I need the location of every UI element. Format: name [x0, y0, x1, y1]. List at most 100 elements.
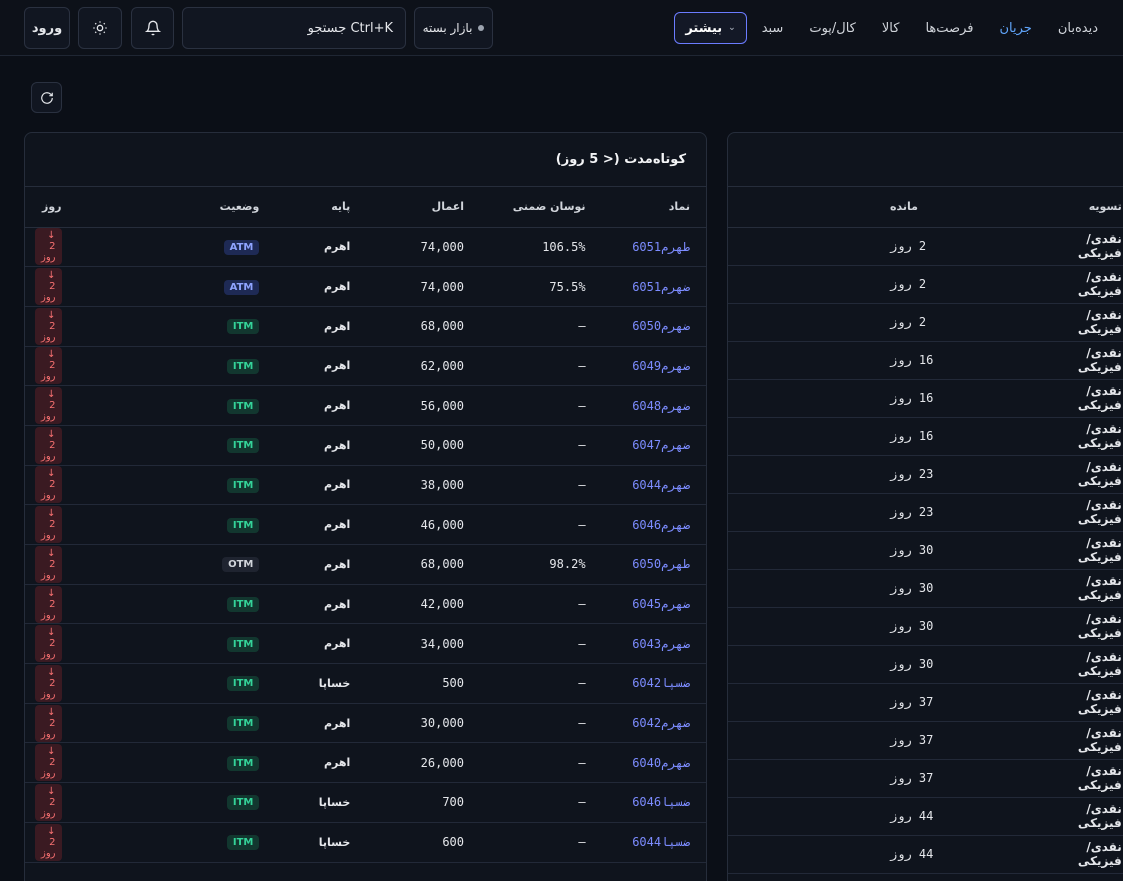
table-row[interactable]: نقدی/فیزیکی 30 روز: [728, 645, 1123, 684]
iv-cell: 98.2%: [474, 544, 596, 585]
status-badge: ITM: [226, 795, 260, 811]
symbol-link[interactable]: ضسپا6046: [632, 795, 690, 809]
symbol-link[interactable]: طهرم6050: [632, 557, 690, 571]
notifications-button[interactable]: [131, 7, 174, 49]
col-strike: اعمال: [360, 187, 474, 228]
table-row[interactable]: ضهرم6047 —50,000 اهرم ITM ↓ 2 روز: [25, 425, 706, 466]
refresh-button[interactable]: [31, 82, 62, 113]
status-badge: ITM: [226, 676, 260, 692]
base-cell: اهرم: [269, 465, 361, 506]
table-row[interactable]: نقدی/فیزیکی 37 روز: [728, 759, 1123, 798]
right-panel: تسویه مانده نقدی/فیزیکی 2 روز نقدی/فیزیکی 2…: [727, 132, 1123, 881]
table-row[interactable]: نقدی/فیزیکی 30 روز: [728, 607, 1123, 646]
symbol-link[interactable]: ضهرم6046: [632, 518, 690, 532]
days-badge: ↓ 2 روز: [35, 704, 62, 742]
strike-cell: 74,000: [360, 227, 474, 268]
table-row[interactable]: نقدی/فیزیکی 30 روز: [728, 531, 1123, 570]
table-row[interactable]: نقدی/فیزیکی 23 روز: [728, 493, 1123, 532]
bell-icon: [144, 20, 161, 36]
symbol-link[interactable]: ضسپا6044: [632, 835, 690, 849]
settlement-cell: نقدی/فیزیکی: [1067, 759, 1123, 798]
nav-opportunities[interactable]: فرصت‌ها: [912, 21, 986, 36]
iv-cell: —: [474, 584, 596, 625]
table-row[interactable]: ضهرم6048 —56,000 اهرم ITM ↓ 2 روز: [25, 385, 706, 426]
symbol-link[interactable]: ضهرم6049: [632, 359, 690, 373]
table-row[interactable]: ضسپا6046 —700 خساپا ITM ↓ 2 روز: [25, 782, 706, 823]
iv-cell: —: [474, 504, 596, 545]
nav-basket[interactable]: سبد: [749, 21, 797, 36]
symbol-link[interactable]: ضهرم6040: [632, 756, 690, 770]
symbol-link[interactable]: ضهرم6048: [632, 399, 690, 413]
table-row[interactable]: نقدی/فیزیکی 44 روز: [728, 835, 1123, 874]
base-cell: اهرم: [269, 385, 361, 426]
table-row[interactable]: نقدی/فیزیکی 44 روز: [728, 797, 1123, 836]
theme-toggle-button[interactable]: [78, 7, 122, 49]
symbol-link[interactable]: ضهرم6047: [632, 438, 690, 452]
login-button[interactable]: ورود: [24, 7, 70, 49]
strike-cell: 46,000: [360, 504, 474, 545]
base-cell: اهرم: [269, 266, 361, 307]
symbol-link[interactable]: طهرم6051: [632, 240, 690, 254]
iv-cell: —: [474, 822, 596, 863]
table-row[interactable]: نقدی/فیزیکی 2 روز: [728, 265, 1123, 304]
base-cell: اهرم: [269, 346, 361, 387]
settlement-cell: نقدی/فیزیکی: [1067, 227, 1123, 266]
settlement-cell: نقدی/فیزیکی: [1067, 379, 1123, 418]
days-badge: ↓ 2 روز: [35, 823, 62, 861]
table-row[interactable]: ضهرم6046 —46,000 اهرم ITM ↓ 2 روز: [25, 504, 706, 545]
col-status: وضعیت: [159, 187, 270, 228]
table-row[interactable]: ضهرم6044 —38,000 اهرم ITM ↓ 2 روز: [25, 465, 706, 506]
settlement-cell: نقدی/فیزیکی: [1067, 455, 1123, 494]
table-row[interactable]: ضسپا6044 —600 خساپا ITM ↓ 2 روز: [25, 822, 706, 863]
sun-icon: [93, 21, 107, 35]
nav-commodity[interactable]: کالا: [869, 21, 913, 36]
table-row[interactable]: ضهرم6050 —68,000 اهرم ITM ↓ 2 روز: [25, 306, 706, 347]
table-row[interactable]: طهرم6050 98.2% 68,000 اهرم OTM ↓ 2 روز: [25, 544, 706, 585]
symbol-link[interactable]: ضسپا6042: [632, 676, 690, 690]
table-row[interactable]: طهرم6051 106.5% 74,000 اهرم ATM ↓ 2 روز: [25, 227, 706, 268]
table-row[interactable]: ضهرم6040 —26,000 اهرم ITM ↓ 2 روز: [25, 742, 706, 784]
symbol-link[interactable]: ضهرم6051: [632, 280, 690, 294]
symbol-link[interactable]: ضهرم6045: [632, 597, 690, 611]
base-cell: اهرم: [269, 306, 361, 347]
table-row[interactable]: نقدی/فیزیکی 16 روز: [728, 379, 1123, 418]
table-row[interactable]: نقدی/فیزیکی 16 روز: [728, 341, 1123, 380]
table-row[interactable]: ضهرم6043 —34,000 اهرم ITM ↓ 2 روز: [25, 623, 706, 665]
market-status-button[interactable]: بازار بسته: [414, 7, 493, 49]
symbol-link[interactable]: ضهرم6043: [632, 637, 690, 651]
strike-cell: 38,000: [360, 465, 474, 506]
strike-cell: 56,000: [360, 385, 474, 426]
search-input[interactable]: جستجو Ctrl+K: [182, 7, 406, 49]
table-row[interactable]: نقدی/فیزیکی 16 روز: [728, 417, 1123, 456]
symbol-link[interactable]: ضهرم6050: [632, 319, 690, 333]
table-row[interactable]: نقدی/فیزیکی 2 روز: [728, 303, 1123, 342]
table-row[interactable]: نقدی/فیزیکی 37 روز: [728, 683, 1123, 722]
days-badge: ↓ 2 روز: [35, 585, 62, 623]
nav-call-put[interactable]: کال/پوت: [796, 21, 869, 36]
strike-cell: 74,000: [360, 266, 474, 307]
remaining-cell: 16 روز: [890, 391, 934, 405]
status-badge: ATM: [223, 239, 260, 255]
table-row[interactable]: نقدی/فیزیکی 2 روز: [728, 227, 1123, 266]
table-row[interactable]: ضهرم6042 —30,000 اهرم ITM ↓ 2 روز: [25, 703, 706, 744]
nav-more-button[interactable]: بیشتر ⌄: [674, 12, 747, 44]
table-row[interactable]: نقدی/فیزیکی 30 روز: [728, 569, 1123, 608]
symbol-link[interactable]: ضهرم6044: [632, 478, 690, 492]
table-row[interactable]: نقدی/فیزیکی 23 روز: [728, 455, 1123, 494]
table-row[interactable]: ضهرم6045 —42,000 اهرم ITM ↓ 2 روز: [25, 584, 706, 625]
settlement-cell: نقدی/فیزیکی: [1067, 493, 1123, 532]
table-row[interactable]: نقدی/فیزیکی 37 روز: [728, 721, 1123, 760]
symbol-link[interactable]: ضهرم6042: [632, 716, 690, 730]
table-row[interactable]: ضسپا6042 —500 خساپا ITM ↓ 2 روز: [25, 663, 706, 704]
remaining-cell: 16 روز: [890, 353, 934, 367]
days-badge: ↓ 2 روز: [35, 387, 62, 425]
nav-flow[interactable]: جریان: [986, 21, 1044, 36]
status-badge: ITM: [226, 597, 260, 613]
status-badge: ITM: [226, 358, 260, 374]
status-badge: ITM: [226, 755, 260, 771]
table-row[interactable]: ضهرم6051 75.5% 74,000 اهرم ATM ↓ 2 روز: [25, 266, 706, 307]
nav-watchlist[interactable]: دیده‌بان: [1045, 21, 1111, 36]
settlement-cell: نقدی/فیزیکی: [1067, 645, 1123, 684]
strike-cell: 42,000: [360, 584, 474, 625]
table-row[interactable]: ضهرم6049 —62,000 اهرم ITM ↓ 2 روز: [25, 346, 706, 387]
